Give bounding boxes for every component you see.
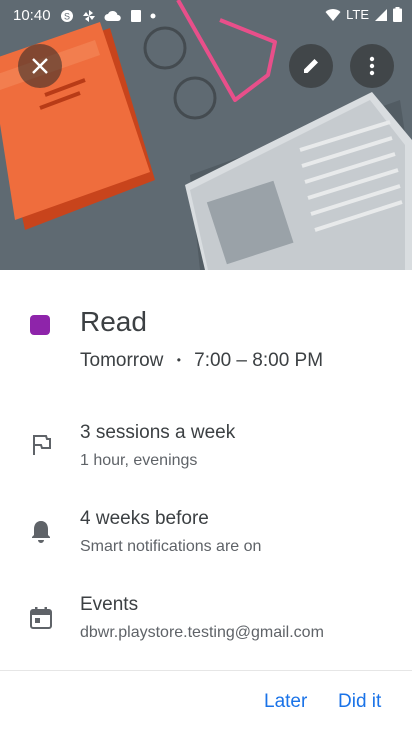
dot-icon [150, 13, 156, 18]
edit-icon [304, 59, 318, 73]
notification-icons: S [60, 8, 156, 23]
frequency-row[interactable]: 3 sessions a week 1 hour, evenings [0, 420, 412, 480]
close-icon [32, 58, 48, 74]
notification-secondary: Smart notifications are on [80, 538, 262, 555]
pinwheel-icon [83, 9, 95, 22]
network-type: LTE [346, 7, 369, 22]
status-time: 10:40 [13, 7, 51, 24]
goal-schedule: Tomorrow • 7:00 – 8:00 PM [80, 350, 323, 372]
close-button[interactable] [18, 44, 62, 88]
calendar-icon [30, 607, 52, 629]
flag-icon [33, 435, 51, 455]
reading-illustration [0, 0, 412, 270]
notification-primary: 4 weeks before [80, 508, 209, 529]
status-bar: 10:40 S LTE [0, 0, 412, 32]
status-right: LTE [325, 7, 402, 22]
schedule-separator: • [176, 353, 181, 367]
clipboard-icon [131, 10, 141, 22]
goal-details-sheet: Read Tomorrow • 7:00 – 8:00 PM 3 session… [0, 270, 412, 670]
more-options-button[interactable] [350, 44, 394, 88]
wifi-icon [325, 8, 341, 21]
calendar-row[interactable]: Events dbwr.playstore.testing@gmail.com [0, 593, 412, 653]
skype-icon: S [61, 9, 73, 22]
signal-icon [375, 8, 387, 21]
goal-color-dot [30, 315, 50, 335]
notification-row[interactable]: 4 weeks before Smart notifications are o… [0, 506, 412, 566]
cloud-icon [104, 10, 121, 21]
action-bar: Later Did it [0, 670, 412, 733]
calendar-primary: Events [80, 594, 139, 615]
goal-illustration [0, 0, 412, 270]
bell-icon [32, 521, 50, 543]
more-vert-icon [369, 56, 375, 76]
schedule-time: 7:00 – 8:00 PM [194, 350, 324, 371]
frequency-secondary: 1 hour, evenings [80, 452, 198, 469]
goal-title: Read [80, 306, 147, 337]
edit-button[interactable] [289, 44, 333, 88]
battery-icon [393, 7, 402, 22]
svg-text:S: S [64, 11, 70, 21]
did-it-button[interactable]: Did it [338, 691, 381, 713]
schedule-day: Tomorrow [80, 350, 164, 371]
frequency-primary: 3 sessions a week [80, 422, 236, 443]
calendar-account: dbwr.playstore.testing@gmail.com [80, 624, 324, 641]
later-button[interactable]: Later [264, 691, 307, 713]
